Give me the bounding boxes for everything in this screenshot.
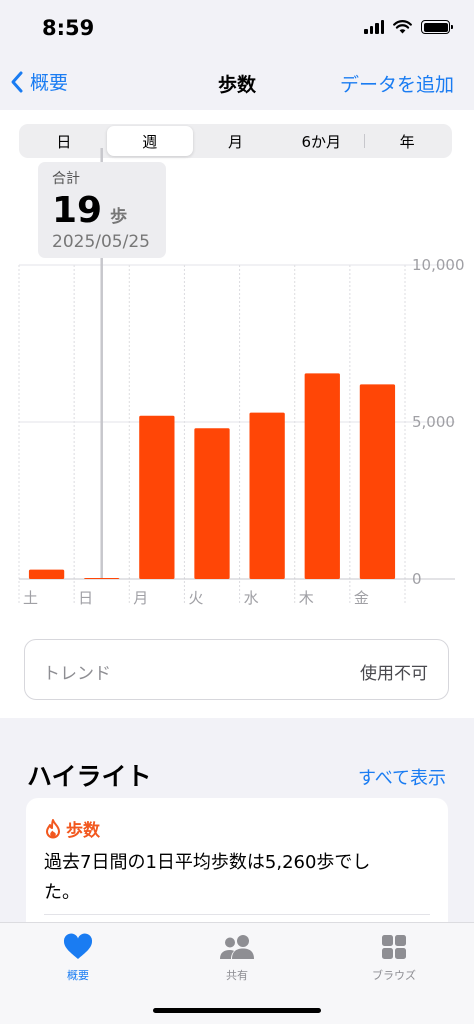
highlight-card-header: 歩数	[44, 816, 100, 841]
flame-icon	[46, 818, 60, 838]
x-axis-tick-label: 木	[298, 589, 314, 607]
bar-金	[359, 384, 396, 579]
bar-火	[194, 428, 230, 579]
x-axis-tick-label: 金	[353, 589, 369, 607]
tab-browse-label: ブラウズ	[372, 969, 416, 982]
x-axis-tick-label: 火	[188, 589, 204, 607]
x-axis-tick-label: 土	[23, 589, 39, 607]
navigation-bar: 概要 歩数 データを追加	[0, 60, 474, 110]
x-axis-tick-label: 日	[78, 589, 94, 607]
trend-row[interactable]: トレンド 使用不可	[24, 639, 449, 700]
tab-browse[interactable]: ブラウズ	[349, 933, 439, 983]
tooltip-date: 2025/05/25	[52, 232, 150, 252]
divider	[44, 914, 430, 915]
tab-summary-label: 概要	[67, 969, 89, 982]
y-axis-tick-label: 5,000	[412, 413, 455, 431]
tooltip-unit: 歩	[110, 207, 128, 227]
tab-sharing[interactable]: 共有	[192, 933, 282, 983]
heart-icon	[63, 933, 93, 959]
bar-日	[84, 578, 120, 579]
y-axis-tick-label: 0	[412, 570, 422, 588]
bar-木	[304, 373, 340, 579]
highlights-title: ハイライト	[27, 762, 152, 791]
steps-chart-card: 日 週 月 6か月 年 合計 19 歩 2025/05/25 トレンド 使用不可…	[0, 110, 474, 718]
trend-label: トレンド	[43, 664, 111, 684]
status-bar: 8:59	[0, 0, 474, 60]
people-icon	[220, 935, 254, 959]
selection-tooltip: 合計 19 歩 2025/05/25	[38, 162, 166, 258]
bar-水	[249, 412, 285, 579]
tab-summary[interactable]: 概要	[33, 933, 123, 983]
bar-土	[28, 569, 65, 579]
trend-status: 使用不可	[360, 664, 428, 684]
y-axis-tick-label: 10,000	[412, 256, 465, 274]
tab-sharing-label: 共有	[226, 969, 248, 982]
highlight-card-text: 過去7日間の1日平均歩数は5,260歩でした。	[44, 852, 371, 903]
bar-月	[139, 415, 175, 579]
wifi-icon	[393, 20, 412, 34]
status-icons	[364, 20, 453, 34]
x-axis-tick-label: 月	[133, 589, 149, 607]
battery-icon	[421, 20, 453, 34]
grid-icon	[382, 935, 406, 959]
tooltip-label: 合計	[52, 171, 80, 187]
see-all-link[interactable]: すべて表示	[358, 764, 446, 790]
highlight-card-title: 歩数	[66, 821, 100, 841]
status-time: 8:59	[42, 16, 95, 40]
home-indicator	[153, 1008, 321, 1013]
tooltip-value: 19	[52, 190, 103, 231]
cellular-signal-icon	[364, 20, 384, 34]
highlight-card[interactable]: 歩数 過去7日間の1日平均歩数は5,260歩でした。	[26, 798, 448, 938]
x-axis-tick-label: 水	[243, 589, 259, 607]
add-data-button[interactable]: データを追加	[340, 70, 454, 97]
